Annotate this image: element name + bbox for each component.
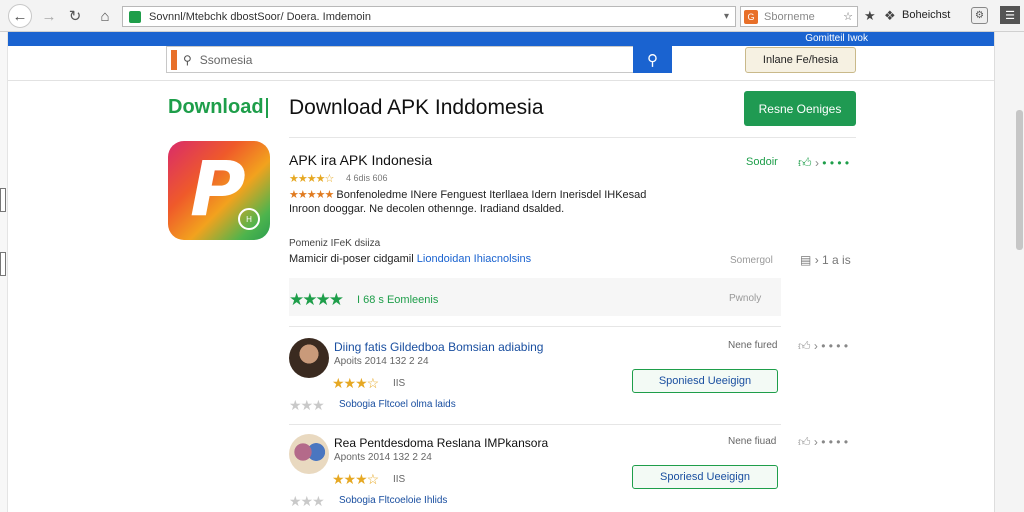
review-stars: ★★★☆: [332, 471, 379, 487]
header-divider: [8, 80, 994, 81]
title-divider: [289, 137, 856, 138]
back-icon[interactable]: ←: [8, 4, 32, 28]
review-stars: ★★★☆: [332, 375, 379, 391]
review-right-label: Nene fured: [728, 340, 778, 351]
top-link[interactable]: Gomitteil Iwok: [805, 32, 868, 46]
document-icon[interactable]: ▤: [800, 253, 811, 267]
app-description-line: ★★★★★ Bonfenoledme INere Fenguest Iterll…: [289, 188, 646, 201]
page-title: Download APK Inddomesia: [289, 96, 544, 119]
section-label: Pomeniz IFeK dsiiza: [289, 238, 381, 249]
thumbs-up-icon[interactable]: 👍︎: [798, 435, 811, 449]
site-search-input[interactable]: ⚲ Ssomesia: [166, 46, 633, 73]
app-name: APK ira APK Indonesia: [289, 152, 433, 168]
review-title[interactable]: Rea Pentdesdoma Reslana IMPkansora: [334, 436, 548, 450]
site-search-placeholder: Ssomesia: [199, 52, 253, 67]
settings-icon[interactable]: ❖: [884, 8, 896, 24]
primary-download-button[interactable]: Resne Oeniges: [744, 91, 856, 126]
app-rating-stars: ★★★★☆: [289, 173, 334, 185]
scrollbar-thumb[interactable]: [1016, 110, 1023, 250]
rating-count[interactable]: I 68 s Eomleenis: [357, 294, 438, 306]
site-top-strip: Gomitteil Iwok: [8, 32, 994, 46]
review-gray-stars: ★★★: [289, 493, 325, 509]
app-icon[interactable]: P H: [168, 141, 270, 240]
search-button[interactable]: ⚲: [633, 46, 672, 73]
review-action-button[interactable]: Sponiesd Ueeigign: [632, 369, 778, 393]
brand-separator: [266, 98, 268, 118]
browser-search-placeholder: Sborneme: [764, 10, 815, 23]
avatar[interactable]: [289, 338, 329, 378]
forward-icon[interactable]: →: [38, 5, 60, 27]
more-icon[interactable]: • • • •: [821, 339, 848, 353]
rating-right-label: Pwnoly: [729, 293, 762, 304]
arrow-icon: ›: [814, 253, 819, 267]
review-footer-link[interactable]: Sobogia Fltcoel olma laids: [339, 399, 456, 410]
left-frame-marker: [0, 252, 6, 276]
row-actions: 👍︎ › • • • •: [798, 339, 848, 354]
row-actions: 👍︎ › • • • •: [798, 435, 848, 450]
section-link[interactable]: Liondoidan Ihiacnolsins: [417, 253, 531, 265]
home-icon[interactable]: ⌂: [94, 5, 116, 27]
rating-stars: ★★★★: [289, 290, 344, 309]
site-brand[interactable]: Download: [168, 96, 264, 119]
thumbs-up-icon[interactable]: 👍︎: [798, 339, 811, 353]
url-text: Sovnnl/Mtebchk dbostSoor/ Doera. Imdemoi…: [149, 10, 371, 23]
left-frame-marker: [0, 188, 6, 212]
section-text: Mamicir di-poser cidgamil Liondoidan Ihi…: [289, 253, 531, 265]
description-stars: ★★★★★: [289, 189, 334, 201]
star-icon[interactable]: ☆: [843, 10, 853, 23]
row-actions: ▤ › 1 a is: [800, 253, 851, 267]
site-logo-mark: [171, 49, 177, 70]
arrow-icon: ›: [813, 339, 818, 353]
reload-icon[interactable]: ↻: [64, 5, 86, 27]
download-icon[interactable]: ★: [864, 8, 876, 24]
app-badge: H: [238, 208, 260, 230]
review-action-button[interactable]: Sporiesd Ueeigign: [632, 465, 778, 489]
thumbs-up-icon[interactable]: 👍︎: [798, 155, 812, 170]
more-icon[interactable]: • • • •: [821, 435, 848, 449]
divider: [289, 326, 781, 327]
status-link[interactable]: Sodoir: [746, 156, 778, 168]
avatar[interactable]: [289, 434, 329, 474]
right-frame: [994, 32, 1024, 512]
section-right-label: Somergol: [730, 255, 773, 266]
menu-icon[interactable]: ☰: [1000, 6, 1020, 24]
bookmark-label[interactable]: Boheichst: [902, 9, 950, 21]
review-gray-stars: ★★★: [289, 397, 325, 413]
section-right-count: 1 a is: [822, 253, 851, 267]
review-right-label: Nene fiuad: [728, 436, 777, 447]
extension-icon[interactable]: ⚙: [971, 7, 988, 24]
review-item: Rea Pentdesdoma Reslana IMPkansora Apont…: [289, 434, 856, 510]
row-actions: 👍︎ › • • • •: [798, 155, 849, 171]
app-rating-count: 4 6dis 606: [346, 173, 388, 183]
rating-summary: ★★★★ I 68 s Eomleenis Pwnoly: [289, 278, 781, 316]
review-title[interactable]: Diing fatis Gildedboa Bomsian adiabing: [334, 340, 543, 354]
review-count: IIS: [393, 378, 406, 389]
divider: [289, 424, 781, 425]
description-text: Bonfenoledme INere Fenguest Iterllaea Id…: [336, 189, 647, 201]
site-favicon-icon: [129, 10, 141, 23]
more-icon[interactable]: • • • •: [822, 156, 849, 170]
review-footer-link[interactable]: Sobogia Fltcoeloie Ihlids: [339, 495, 447, 506]
review-count: IIS: [393, 474, 406, 485]
search-icon: ⚲: [183, 52, 192, 67]
app-description-line: Inroon dooggar. Ne decolen othennge. Ira…: [289, 203, 565, 215]
section-text-body: Mamicir di-poser cidgamil: [289, 253, 414, 265]
arrow-icon: ›: [814, 156, 819, 170]
review-item: Diing fatis Gildedboa Bomsian adiabing A…: [289, 338, 856, 418]
arrow-icon: ›: [813, 435, 818, 449]
header-button[interactable]: Inlane Fe/hesia: [745, 47, 856, 73]
browser-search-box[interactable]: G Sborneme ☆: [740, 6, 858, 27]
chevron-down-icon[interactable]: ▾: [724, 11, 729, 22]
browser-toolbar: ← → ↻ ⌂ Sovnnl/Mtebchk dbostSoor/ Doera.…: [0, 0, 1024, 32]
search-engine-icon: G: [744, 9, 758, 24]
address-bar[interactable]: Sovnnl/Mtebchk dbostSoor/ Doera. Imdemoi…: [122, 6, 736, 27]
review-date: Aponts 2014 132 2 24: [334, 452, 432, 463]
review-date: Apoits 2014 132 2 24: [334, 356, 429, 367]
